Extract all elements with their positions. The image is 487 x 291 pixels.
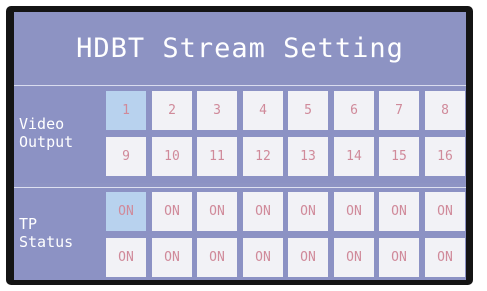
tp-status-button-r2-c3[interactable]: ON	[197, 238, 237, 277]
title-bar: HDBT Stream Setting	[14, 12, 466, 86]
tp-status-button-r1-c3[interactable]: ON	[197, 192, 237, 231]
tp-status-button-r1-c2[interactable]: ON	[152, 192, 192, 231]
tp-status-button-r2-c6[interactable]: ON	[334, 238, 374, 277]
tp-status-button-r2-c2[interactable]: ON	[152, 238, 192, 277]
video-output-button-r2-c7[interactable]: 15	[379, 137, 419, 176]
video-output-label: Video Output	[19, 115, 104, 151]
video-output-button-r2-c1[interactable]: 9	[106, 137, 146, 176]
video-output-button-r1-c7[interactable]: 7	[379, 91, 419, 130]
tp-status-button-r1-c1[interactable]: ON	[106, 192, 146, 231]
tp-status-label: TP Status	[19, 215, 104, 251]
tp-status-button-r1-c4[interactable]: ON	[243, 192, 283, 231]
video-output-button-r1-c1[interactable]: 1	[106, 91, 146, 130]
tp-status-button-r1-c8[interactable]: ON	[425, 192, 465, 231]
tp-status-section: TP Status ON ON ON ON ON ON ON ON ON ON ON ON ON ON ON…	[14, 187, 466, 280]
tp-status-button-r2-c7[interactable]: ON	[379, 238, 419, 277]
lcd-screen: HDBT Stream Setting Video Output 1234567…	[14, 12, 466, 280]
video-output-button-r1-c6[interactable]: 6	[334, 91, 374, 130]
tp-status-button-r1-c5[interactable]: ON	[288, 192, 328, 231]
video-output-label-line2: Output	[19, 133, 74, 151]
video-output-button-r2-c2[interactable]: 10	[152, 137, 192, 176]
video-output-button-r1-c3[interactable]: 3	[197, 91, 237, 130]
tp-status-label-line1: TP	[19, 215, 38, 233]
video-output-button-r2-c6[interactable]: 14	[334, 137, 374, 176]
tp-status-button-r2-c1[interactable]: ON	[106, 238, 146, 277]
video-output-button-r2-c5[interactable]: 13	[288, 137, 328, 176]
tp-status-button-r1-c6[interactable]: ON	[334, 192, 374, 231]
tp-status-button-r2-c4[interactable]: ON	[243, 238, 283, 277]
video-output-button-r1-c4[interactable]: 4	[243, 91, 283, 130]
video-output-button-r1-c8[interactable]: 8	[425, 91, 465, 130]
tp-status-label-line2: Status	[19, 233, 74, 251]
video-output-section: Video Output 1 2 3 4 5 6 7 8 9 10 11 12 13 14 15 16	[14, 87, 466, 183]
video-output-label-line1: Video	[19, 115, 65, 133]
video-output-button-r2-c3[interactable]: 11	[197, 137, 237, 176]
video-output-button-r1-c5[interactable]: 5	[288, 91, 328, 130]
tp-status-button-r2-c8[interactable]: ON	[425, 238, 465, 277]
tp-status-button-r1-c7[interactable]: ON	[379, 192, 419, 231]
video-output-button-r2-c4[interactable]: 12	[243, 137, 283, 176]
video-output-button-r1-c2[interactable]: 2	[152, 91, 192, 130]
video-output-button-r2-c8[interactable]: 16	[425, 137, 465, 176]
page-title: HDBT Stream Setting	[76, 33, 404, 64]
tp-status-button-r2-c5[interactable]: ON	[288, 238, 328, 277]
